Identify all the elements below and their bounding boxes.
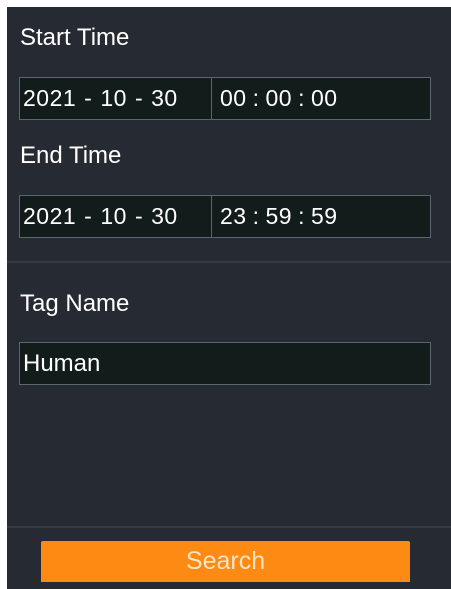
tag-name-value[interactable]: Human [20,350,100,378]
time-separator: : [298,85,305,111]
time-separator: : [298,203,305,229]
date-separator: - [84,85,93,111]
start-time-field[interactable]: 2021 - 10 - 30 00 : 00 : 00 [19,77,431,120]
footer-divider [7,526,451,528]
end-second[interactable]: 59 [311,203,338,230]
search-panel: Start Time 2021 - 10 - 30 00 : 00 : 00 E… [7,7,451,589]
start-year[interactable]: 2021 [23,85,76,112]
end-hour[interactable]: 23 [220,203,247,230]
tag-name-input[interactable]: Human [19,342,431,385]
date-separator: - [134,203,144,229]
end-minute[interactable]: 59 [265,203,292,230]
date-separator: - [134,85,144,111]
date-separator: - [84,203,93,229]
start-second[interactable]: 00 [311,85,338,112]
end-year[interactable]: 2021 [23,203,76,230]
section-divider [7,261,451,263]
end-time-field[interactable]: 2021 - 10 - 30 23 : 59 : 59 [19,195,431,238]
start-time-label: Start Time [20,24,130,51]
end-clock-input[interactable]: 23 : 59 : 59 [212,196,430,237]
start-minute[interactable]: 00 [265,85,292,112]
time-separator: : [252,85,260,111]
end-date-input[interactable]: 2021 - 10 - 30 [20,196,212,237]
start-clock-input[interactable]: 00 : 00 : 00 [212,78,430,119]
start-date-input[interactable]: 2021 - 10 - 30 [20,78,212,119]
search-button[interactable]: Search [41,541,410,582]
end-day[interactable]: 30 [151,203,178,230]
start-hour[interactable]: 00 [220,85,247,112]
time-separator: : [252,203,260,229]
end-time-label: End Time [20,142,122,169]
tag-name-label: Tag Name [20,290,130,317]
start-month[interactable]: 10 [100,85,127,112]
end-month[interactable]: 10 [100,203,127,230]
start-day[interactable]: 30 [151,85,178,112]
